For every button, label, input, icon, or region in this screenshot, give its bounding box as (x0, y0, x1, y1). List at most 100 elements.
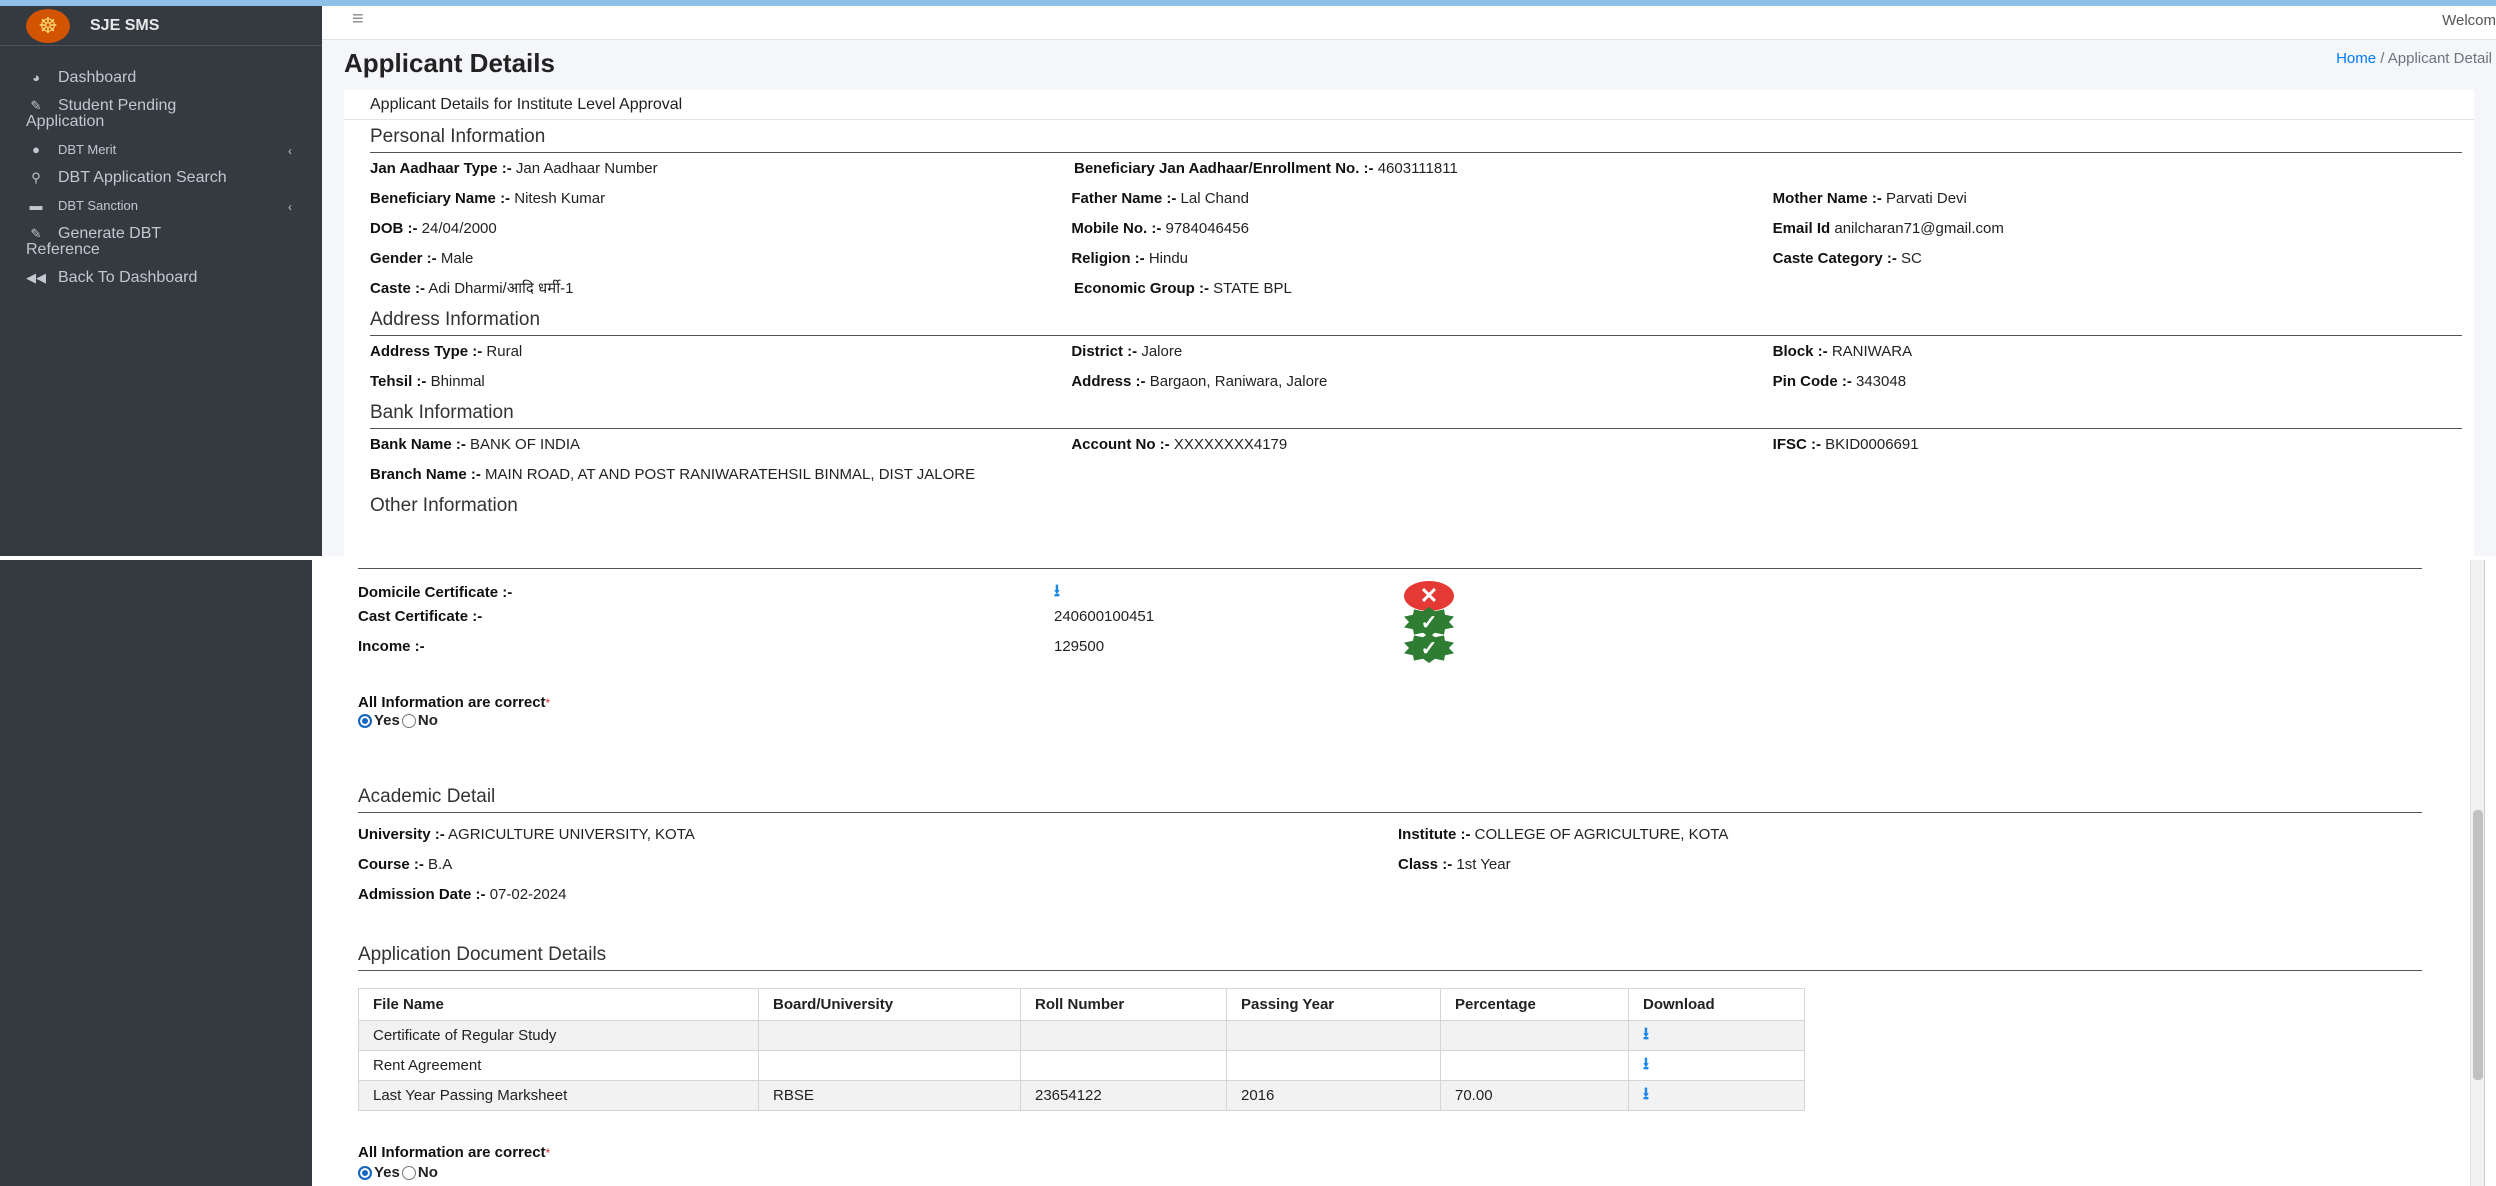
field-label: Father Name :- (1071, 189, 1177, 207)
chevron-left-icon: ‹ (288, 144, 292, 158)
address-information-title: Address Information (370, 303, 2462, 336)
table-row: Rent Agreement ⭳ (358, 1050, 1805, 1081)
confirm-row: All Information are correct * (358, 1144, 550, 1161)
passing-year-cell (1226, 1050, 1441, 1081)
block-value: RANIWARA (1831, 342, 1913, 360)
class-value: 1st Year (1456, 856, 1511, 873)
mobile-value: 9784046456 (1165, 219, 1249, 237)
field-label: Cast Certificate :- (358, 608, 483, 625)
gender-value: Male (440, 249, 474, 267)
field-label: Course :- (358, 856, 424, 873)
field-label: District :- (1071, 342, 1138, 360)
confirm-label: All Information are correct (358, 694, 546, 711)
roll-number-cell (1020, 1050, 1227, 1081)
sidebar-item-label: Student Pending Application (26, 97, 177, 130)
download-icon[interactable]: ⭳ (1643, 1054, 1649, 1073)
pin-code-value: 343048 (1856, 372, 1907, 390)
field-label: Address Type :- (370, 342, 483, 360)
brand[interactable]: ☸ SJE SMS (0, 6, 322, 46)
required-marker: * (545, 1145, 551, 1160)
sidebar-item-dbt-application-search[interactable]: ⚲ DBT Application Search (0, 164, 322, 192)
detail-row: Beneficiary Name :- Nitesh Kumar Father … (370, 183, 2474, 213)
breadcrumb-separator: / (2380, 50, 2385, 67)
sidebar-item-generate-dbt-reference[interactable]: ✎ Generate DBT Reference (0, 220, 322, 264)
download-icon[interactable]: ⭳ (1643, 1084, 1649, 1103)
personal-information-title: Personal Information (370, 120, 2462, 153)
course-value: B.A (428, 856, 453, 873)
yes-radio[interactable] (358, 1165, 372, 1180)
breadcrumb-home-link[interactable]: Home (2336, 50, 2376, 67)
no-radio[interactable] (401, 1165, 416, 1180)
sidebar-nav: ◕ Dashboard ✎ Student Pending Applicatio… (0, 46, 322, 292)
hamburger-menu-icon[interactable]: ≡ (352, 8, 364, 31)
detail-row: DOB :- 24/04/2000 Mobile No. :- 97840464… (370, 213, 2474, 243)
roll-number-cell: 23654122 (1020, 1080, 1227, 1111)
yes-label: Yes (374, 1164, 400, 1181)
father-name-value: Lal Chand (1180, 189, 1249, 207)
scrollbar-thumb[interactable] (2473, 810, 2483, 1080)
field-label: IFSC :- (1772, 435, 1821, 453)
vertical-scrollbar[interactable] (2470, 560, 2484, 1186)
sidebar-item-dbt-sanction[interactable]: ▬ DBT Sanction ‹ (0, 192, 322, 220)
sidebar-item-label: DBT Sanction (58, 198, 138, 213)
card-header: Applicant Details for Institute Level Ap… (344, 90, 2474, 120)
yes-radio[interactable] (358, 713, 372, 728)
academic-detail-title: Academic Detail (358, 786, 2422, 813)
detail-row: Tehsil :- Bhinmal Address :- Bargaon, Ra… (370, 366, 2474, 396)
card-icon: ▬ (29, 198, 43, 213)
status-verified: ✓ (1402, 632, 1456, 664)
passing-year-cell: 2016 (1226, 1080, 1441, 1111)
download-icon[interactable]: ⭳ (1054, 578, 1060, 607)
confirm-row: All Information are correct * (358, 694, 550, 711)
field-label: Economic Group :- (1074, 279, 1209, 297)
address-type-value: Rural (486, 342, 523, 360)
sidebar-item-dbt-merit[interactable]: ● DBT Merit ‹ (0, 136, 322, 164)
sidebar: ☸ SJE SMS ◕ Dashboard ✎ Student Pending … (0, 6, 322, 556)
detail-row: Branch Name :- MAIN ROAD, AT AND POST RA… (370, 459, 2474, 489)
download-icon[interactable]: ⭳ (1643, 1024, 1649, 1043)
jan-aadhaar-type-value: Jan Aadhaar Number (515, 159, 658, 177)
breadcrumb-current: Applicant Detail (2387, 50, 2492, 67)
circle-icon: ● (32, 142, 40, 157)
institute-value: COLLEGE OF AGRICULTURE, KOTA (1474, 826, 1729, 843)
branch-name-value: MAIN ROAD, AT AND POST RANIWARATEHSIL BI… (485, 465, 976, 483)
applicant-details-card: Applicant Details for Institute Level Ap… (344, 90, 2474, 560)
column-header: Download (1628, 988, 1805, 1021)
domicile-row: Domicile Certificate :- ⭳ (358, 578, 1060, 607)
welcome-text: Welcom (2442, 12, 2496, 29)
sidebar-item-label: Dashboard (58, 69, 137, 86)
field-label: Tehsil :- (370, 372, 427, 390)
field-label: Account No :- (1071, 435, 1170, 453)
university-value: AGRICULTURE UNIVERSITY, KOTA (448, 826, 695, 843)
detail-row: Address Type :- Rural District :- Jalore… (370, 336, 2474, 366)
economic-group-value: STATE BPL (1213, 279, 1292, 297)
sidebar-item-dashboard[interactable]: ◕ Dashboard (0, 64, 322, 92)
cast-certificate-row: Cast Certificate :- 240600100451 (358, 608, 1154, 625)
bank-information-title: Bank Information (370, 396, 2462, 429)
field-label: Institute :- (1398, 826, 1471, 843)
application-document-details-title: Application Document Details (358, 944, 2422, 971)
no-label: No (417, 1164, 438, 1181)
income-row: Income :- 129500 (358, 638, 1104, 655)
sidebar-item-back-to-dashboard[interactable]: ◀◀ Back To Dashboard (0, 264, 322, 292)
field-label: Class :- (1398, 856, 1453, 873)
board-cell (758, 1020, 1021, 1051)
field-label: Pin Code :- (1772, 372, 1852, 390)
file-name-cell: Last Year Passing Marksheet (358, 1080, 759, 1111)
field-label: DOB :- (370, 219, 418, 237)
field-label: Email Id (1772, 219, 1831, 237)
chevron-left-icon: ‹ (288, 200, 292, 214)
district-value: Jalore (1141, 342, 1183, 360)
table-row: Last Year Passing Marksheet RBSE 2365412… (358, 1080, 1805, 1111)
no-radio[interactable] (401, 713, 416, 728)
sidebar-continued (0, 560, 312, 1186)
ifsc-value: BKID0006691 (1825, 435, 1919, 453)
detail-row: Jan Aadhaar Type :- Jan Aadhaar Number B… (370, 153, 2474, 183)
brand-name: SJE SMS (90, 16, 160, 34)
field-label: Mother Name :- (1772, 189, 1882, 207)
emblem-logo-icon: ☸ (26, 8, 70, 43)
section-rule (358, 568, 2422, 569)
field-label: Beneficiary Name :- (370, 189, 511, 207)
sidebar-item-student-pending-application[interactable]: ✎ Student Pending Application (0, 92, 322, 136)
field-label: Income :- (358, 638, 425, 655)
